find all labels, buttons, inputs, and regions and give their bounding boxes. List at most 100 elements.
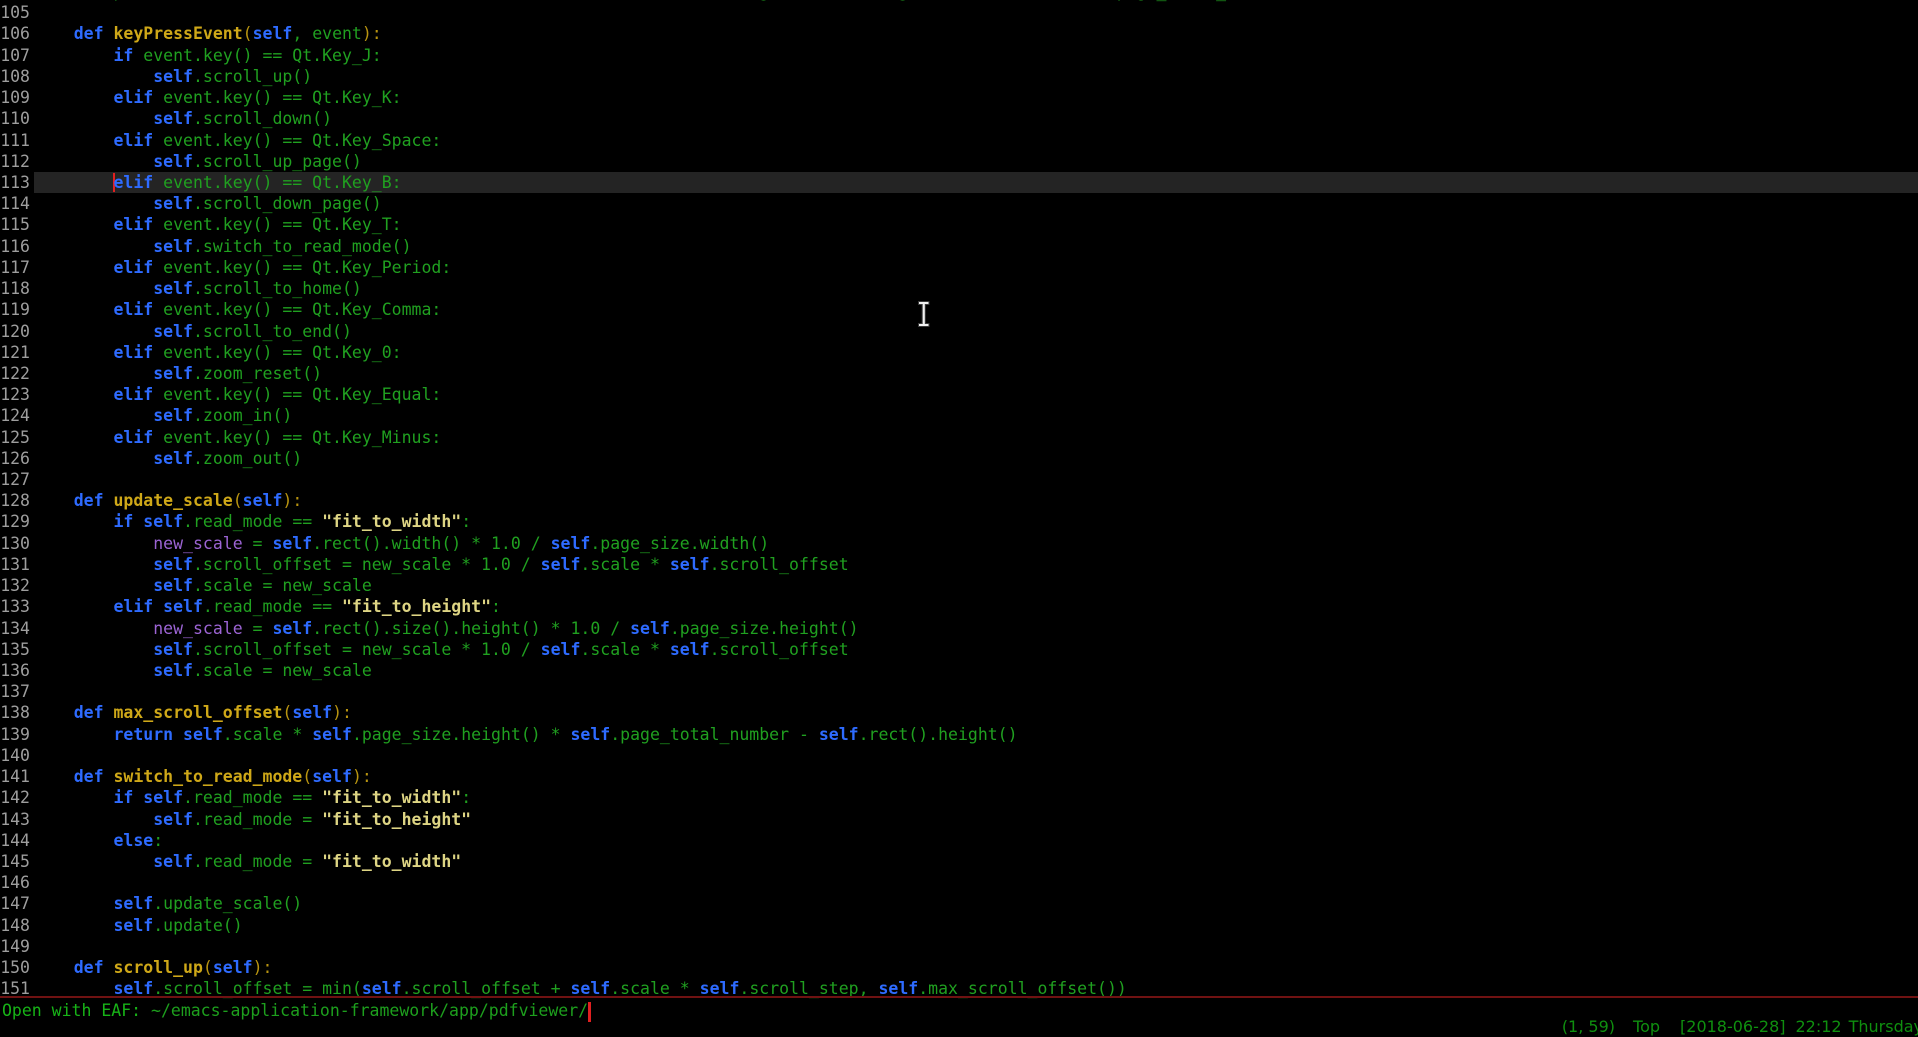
code-line[interactable]: 148 self.update() [0, 915, 1918, 936]
code-token: : [461, 788, 471, 807]
code-token: .read_mode == [183, 788, 322, 807]
code-token: self [153, 576, 193, 595]
code-line[interactable]: 144 else: [0, 830, 1918, 851]
minibuffer[interactable]: Open with EAF: ~/emacs-application-frame… [2, 1000, 591, 1022]
code-line[interactable]: 117 elif event.key() == Qt.Key_Period: [0, 257, 1918, 278]
code-token: .scroll_offset = new_scale * 1.0 / [193, 555, 541, 574]
code-token: self [163, 597, 203, 616]
code-token: self [153, 810, 193, 829]
code-line[interactable]: 150 def scroll_up(self): [0, 957, 1918, 978]
code-token: self [312, 767, 352, 786]
tray-time: 22:12 [1795, 1017, 1841, 1036]
code-token: self [153, 237, 193, 256]
line-number: 131 [0, 554, 30, 575]
line-number: 116 [0, 236, 30, 257]
code-token: .update() [153, 916, 242, 935]
code-token: scroll_up [114, 958, 203, 977]
code-token: .scale = new_scale [193, 576, 372, 595]
code-line[interactable]: 108 self.scroll_up() [0, 66, 1918, 87]
code-line[interactable]: 116 self.switch_to_read_mode() [0, 236, 1918, 257]
code-token [34, 67, 153, 86]
code-line[interactable]: 112 self.scroll_up_page() [0, 151, 1918, 172]
code-token [133, 512, 143, 531]
code-area[interactable]: 104 painter.drawText(QRect(0, 0, self.re… [0, 0, 1918, 1000]
code-token [34, 406, 153, 425]
code-line[interactable]: 137 [0, 681, 1918, 702]
code-line[interactable]: 147 self.update_scale() [0, 893, 1918, 914]
code-token [34, 173, 113, 192]
line-number: 135 [0, 639, 30, 660]
line-number: 124 [0, 405, 30, 426]
line-number: 129 [0, 511, 30, 532]
code-token: self [153, 640, 193, 659]
code-line[interactable]: 107 if event.key() == Qt.Key_J: [0, 45, 1918, 66]
code-line[interactable]: 124 self.zoom_in() [0, 405, 1918, 426]
code-line[interactable]: 127 [0, 469, 1918, 490]
code-token: "fit_to_width" [322, 852, 461, 871]
code-token: new_scale [153, 534, 242, 553]
code-line[interactable]: 121 elif event.key() == Qt.Key_0: [0, 342, 1918, 363]
code-token [34, 300, 113, 319]
code-line[interactable]: 111 elif event.key() == Qt.Key_Space: [0, 130, 1918, 151]
code-line[interactable]: 114 self.scroll_down_page() [0, 193, 1918, 214]
code-line[interactable]: 135 self.scroll_offset = new_scale * 1.0… [0, 639, 1918, 660]
code-line[interactable]: 143 self.read_mode = "fit_to_height" [0, 809, 1918, 830]
code-token [34, 449, 153, 468]
code-line[interactable]: 118 self.scroll_to_home() [0, 278, 1918, 299]
code-line[interactable]: 125 elif event.key() == Qt.Key_Minus: [0, 427, 1918, 448]
code-line[interactable]: 128 def update_scale(self): [0, 490, 1918, 511]
code-line[interactable]: 142 if self.read_mode == "fit_to_width": [0, 787, 1918, 808]
code-token: : [461, 512, 471, 531]
code-line[interactable]: 130 new_scale = self.rect().width() * 1.… [0, 533, 1918, 554]
code-line[interactable]: 134 new_scale = self.rect().size().heigh… [0, 618, 1918, 639]
mode-line-divider [0, 996, 1918, 998]
code-line[interactable]: 129 if self.read_mode == "fit_to_width": [0, 511, 1918, 532]
code-token [34, 894, 113, 913]
line-number: 150 [0, 957, 30, 978]
line-number: 121 [0, 342, 30, 363]
code-token: event.key() == Qt.Key_Minus: [153, 428, 441, 447]
code-line[interactable]: 110 self.scroll_down() [0, 108, 1918, 129]
code-line[interactable]: 119 elif event.key() == Qt.Key_Comma: [0, 299, 1918, 320]
code-token [34, 661, 153, 680]
code-token [34, 831, 113, 850]
code-line[interactable]: 141 def switch_to_read_mode(self): [0, 766, 1918, 787]
code-line[interactable]: 120 self.scroll_to_end() [0, 321, 1918, 342]
code-token: .zoom_reset() [193, 364, 322, 383]
code-line[interactable]: 146 [0, 872, 1918, 893]
code-line[interactable]: 109 elif event.key() == Qt.Key_K: [0, 87, 1918, 108]
code-line[interactable]: 149 [0, 936, 1918, 957]
code-line[interactable]: 140 [0, 745, 1918, 766]
code-line[interactable]: 138 def max_scroll_offset(self): [0, 702, 1918, 723]
code-line[interactable]: 139 return self.scale * self.page_size.h… [0, 724, 1918, 745]
code-token: self [213, 958, 253, 977]
code-token: .scale * [580, 555, 669, 574]
code-line[interactable]: 131 self.scroll_offset = new_scale * 1.0… [0, 554, 1918, 575]
code-token: self [143, 788, 183, 807]
code-token: self [541, 555, 581, 574]
code-line[interactable]: 145 self.read_mode = "fit_to_width" [0, 851, 1918, 872]
line-number: 133 [0, 596, 30, 617]
minibuffer-input[interactable]: ~/emacs-application-framework/app/pdfvie… [151, 1001, 588, 1020]
code-line[interactable]: 123 elif event.key() == Qt.Key_Equal: [0, 384, 1918, 405]
code-token: def [74, 703, 104, 722]
code-line[interactable]: 132 self.scale = new_scale [0, 575, 1918, 596]
code-line-current[interactable]: 113 elif event.key() == Qt.Key_B: [0, 172, 1918, 193]
code-token: .scale * [223, 725, 312, 744]
code-token: .scroll_down() [193, 109, 332, 128]
code-token [34, 194, 153, 213]
code-token: ( [302, 767, 312, 786]
code-line[interactable]: 122 self.zoom_reset() [0, 363, 1918, 384]
code-line[interactable]: 126 self.zoom_out() [0, 448, 1918, 469]
code-line[interactable]: 106 def keyPressEvent(self, event): [0, 23, 1918, 44]
code-token: elif [113, 173, 153, 192]
code-line[interactable]: 115 elif event.key() == Qt.Key_T: [0, 214, 1918, 235]
code-line[interactable]: 133 elif self.read_mode == "fit_to_heigh… [0, 596, 1918, 617]
code-token: self [153, 364, 193, 383]
code-token: .scale * [580, 640, 669, 659]
code-line[interactable]: 105 [0, 2, 1918, 23]
code-token: elif [113, 597, 153, 616]
code-token: elif [113, 215, 153, 234]
code-line[interactable]: 136 self.scale = new_scale [0, 660, 1918, 681]
code-token: self [153, 279, 193, 298]
